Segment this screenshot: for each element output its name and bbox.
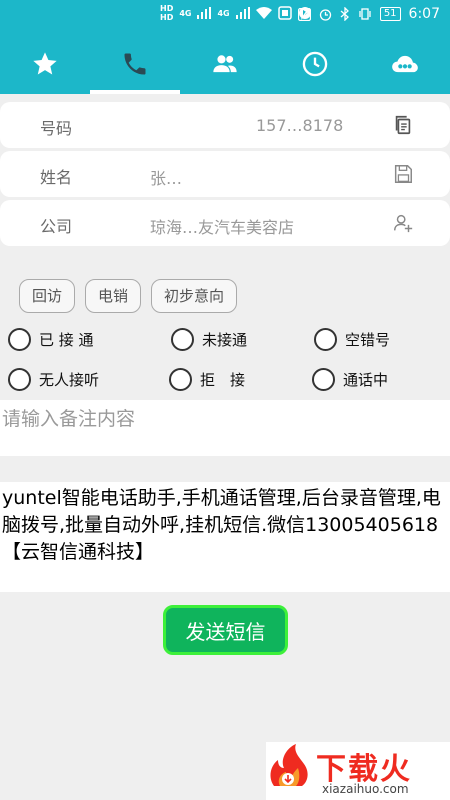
radio-label: 未接通	[202, 331, 248, 349]
save-icon[interactable]	[392, 163, 414, 185]
clock-time: 6:07	[408, 6, 440, 22]
radio-button[interactable]	[169, 368, 192, 391]
app-notification-icon	[277, 6, 292, 20]
radio-button[interactable]	[8, 368, 31, 391]
fire-logo-icon	[270, 744, 308, 786]
tab-bar	[0, 34, 450, 94]
phone-icon	[124, 53, 146, 75]
status-left: HD HD 4G 4G	[160, 4, 312, 22]
cloud-icon	[392, 55, 418, 73]
watermark: 下载火 xiazaihuo.com	[266, 742, 450, 800]
copy-icon[interactable]	[392, 114, 414, 136]
bluetooth-icon	[340, 7, 349, 21]
tab-calls[interactable]	[90, 34, 180, 94]
remark-placeholder: 请输入备注内容	[2, 408, 136, 430]
name-value[interactable]: 张…	[150, 165, 182, 189]
name-label: 姓名	[40, 168, 73, 187]
sms-content[interactable]: yuntel智能电话助手,手机通话管理,后台录音管理,电脑拨号,批量自动外呼,挂…	[0, 482, 450, 592]
people-icon	[213, 55, 237, 73]
tab-contacts[interactable]	[180, 34, 270, 94]
network-type-1: 4G	[179, 8, 192, 18]
tag-chip[interactable]: 回访	[19, 279, 76, 313]
tag-chip[interactable]: 电销	[85, 279, 142, 313]
radio-busy[interactable]: 通话中	[312, 368, 388, 391]
tab-cloud[interactable]	[360, 34, 450, 94]
radio-wrong-number[interactable]: 空错号	[314, 328, 390, 351]
radio-connected[interactable]: 已 接 通	[8, 328, 94, 351]
wifi-icon	[255, 7, 272, 19]
tab-favorites[interactable]	[0, 34, 90, 94]
company-label: 公司	[40, 217, 73, 236]
radio-label: 通话中	[343, 371, 389, 389]
tag-chips: 回访 电销 初步意向	[19, 279, 238, 313]
radio-label: 无人接听	[39, 371, 100, 389]
vibrate-icon	[359, 8, 371, 20]
radio-label: 空错号	[345, 331, 391, 349]
alarm-icon	[319, 8, 331, 21]
nfc-icon	[297, 7, 311, 21]
sim-tags: HD HD	[160, 4, 173, 22]
radio-button[interactable]	[312, 368, 335, 391]
radio-label: 拒 接	[200, 371, 246, 389]
tag-chip[interactable]: 初步意向	[151, 279, 238, 313]
send-sms-button[interactable]: 发送短信	[163, 605, 288, 655]
signal-icon	[235, 7, 250, 19]
battery-indicator: 51	[379, 7, 401, 21]
sim-tag-2: HD	[160, 13, 174, 22]
tab-history[interactable]	[270, 34, 360, 94]
status-right: 51 6:07	[297, 6, 440, 22]
add-contact-icon[interactable]	[392, 212, 414, 234]
phone-label: 号码	[40, 119, 73, 138]
contact-form: 号码 157…8178 姓名 张… 公司 琼海…友汽车美容店	[0, 102, 450, 249]
remark-input[interactable]: 请输入备注内容	[0, 400, 450, 456]
sim-tag-1: HD	[160, 4, 174, 13]
radio-button[interactable]	[314, 328, 337, 351]
watermark-site: xiazaihuo.com	[322, 782, 409, 796]
phone-value[interactable]: 157…8178	[256, 116, 343, 135]
phone-row: 号码 157…8178	[0, 102, 450, 148]
radio-not-connected[interactable]: 未接通	[171, 328, 247, 351]
radio-button[interactable]	[8, 328, 31, 351]
company-value[interactable]: 琼海…友汽车美容店	[150, 214, 294, 238]
call-status-row-1: 已 接 通 未接通 空错号	[8, 328, 448, 354]
name-row: 姓名 张…	[0, 151, 450, 197]
radio-label: 已 接 通	[39, 331, 94, 349]
company-row: 公司 琼海…友汽车美容店	[0, 200, 450, 246]
radio-no-answer[interactable]: 无人接听	[8, 368, 99, 391]
star-icon	[33, 52, 57, 75]
radio-rejected[interactable]: 拒 接	[169, 368, 245, 391]
network-type-2: 4G	[217, 8, 230, 18]
radio-button[interactable]	[171, 328, 194, 351]
signal-icon	[197, 7, 212, 19]
status-bar: HD HD 4G 4G 51 6:07	[0, 0, 450, 34]
clock-icon	[302, 51, 328, 77]
call-status-row-2: 无人接听 拒 接 通话中	[8, 368, 448, 394]
